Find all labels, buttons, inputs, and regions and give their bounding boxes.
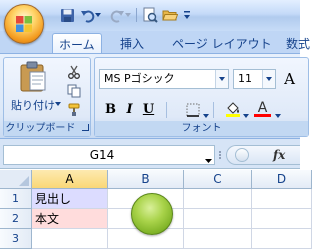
tab-page-layout[interactable]: ページ レイアウト <box>166 33 278 53</box>
cell-a2[interactable]: 本文 <box>32 209 108 229</box>
format-painter-icon <box>68 103 80 116</box>
font-size-combo[interactable]: 11 <box>233 69 276 89</box>
cell-d3[interactable] <box>252 229 312 249</box>
row-header-3[interactable]: 3 <box>0 229 32 249</box>
grow-font-button[interactable]: A <box>280 69 299 88</box>
font-color-dropdown-icon[interactable] <box>275 108 281 121</box>
cell-c1[interactable] <box>184 189 252 209</box>
tab-formulas[interactable]: 数式 <box>280 33 316 53</box>
font-color-button[interactable]: A <box>253 98 272 117</box>
underline-button[interactable]: U <box>139 100 158 119</box>
font-size-dropdown-icon[interactable] <box>262 70 275 88</box>
italic-button[interactable]: I <box>120 100 139 119</box>
qat-separator <box>136 8 137 22</box>
column-header-a[interactable]: A <box>32 170 108 189</box>
customize-qat-icon[interactable] <box>181 6 193 24</box>
paste-button[interactable]: 貼り付け <box>7 61 61 117</box>
office-button[interactable] <box>4 4 44 44</box>
font-group-label: フォント <box>95 121 308 136</box>
cell-c3[interactable] <box>184 229 252 249</box>
cell-a3[interactable] <box>32 229 108 249</box>
office-logo-icon <box>16 16 32 32</box>
grow-font-icon: A <box>284 69 295 88</box>
title-bar <box>0 0 300 31</box>
select-all-corner[interactable] <box>0 170 32 189</box>
font-name-combo[interactable]: MS Pゴシック <box>99 69 229 89</box>
fill-color-button[interactable] <box>223 99 242 118</box>
name-box[interactable]: G14 <box>3 145 215 165</box>
undo-dropdown-icon[interactable] <box>94 6 102 24</box>
fill-color-dropdown-icon[interactable] <box>243 108 249 121</box>
row-header-2[interactable]: 2 <box>0 209 32 229</box>
tab-insert[interactable]: 挿入 <box>114 33 150 53</box>
print-preview-icon[interactable] <box>141 6 159 24</box>
redo-dropdown-icon[interactable] <box>124 6 132 24</box>
paste-dropdown-icon <box>55 102 61 106</box>
clipboard-group: 貼り付け クリップボード <box>3 57 91 137</box>
green-oval-shape[interactable] <box>131 193 173 235</box>
ribbon-tab-bar: ホーム 挿入 ページ レイアウト 数式 <box>0 31 310 54</box>
copy-button[interactable] <box>64 81 84 101</box>
formula-bar-resize-icon[interactable] <box>217 150 223 160</box>
font-name-dropdown-icon[interactable] <box>215 70 228 88</box>
bold-button[interactable]: B <box>101 100 120 119</box>
tab-home[interactable]: ホーム <box>52 33 102 54</box>
cut-button[interactable] <box>64 62 84 82</box>
ribbon-separator <box>213 102 214 118</box>
dialog-launcher-icon[interactable] <box>81 124 89 131</box>
row-header-1[interactable]: 1 <box>0 189 32 209</box>
fill-color-icon <box>225 101 240 117</box>
formula-bar: G14 fx <box>0 139 300 169</box>
ribbon-panel: 貼り付け クリップボード MS Pゴシック 11 A B I U A フォント <box>0 53 309 139</box>
borders-dropdown-icon[interactable] <box>203 108 209 121</box>
column-header-c[interactable]: C <box>184 170 252 189</box>
paste-icon <box>20 61 46 92</box>
format-painter-button[interactable] <box>64 100 84 120</box>
clipboard-group-label: クリップボード <box>4 121 90 136</box>
cell-c2[interactable] <box>184 209 252 229</box>
font-group: MS Pゴシック 11 A B I U A フォント <box>94 57 309 137</box>
borders-button[interactable] <box>183 100 202 119</box>
copy-icon <box>67 84 81 98</box>
ribbon-separator <box>166 102 167 118</box>
save-icon[interactable] <box>58 6 76 24</box>
scissors-icon <box>68 65 80 79</box>
font-color-swatch <box>254 114 271 117</box>
insert-function-button[interactable]: fx <box>273 146 285 164</box>
formula-bar-toggle-icon[interactable] <box>235 148 249 162</box>
column-header-b[interactable]: B <box>108 170 184 189</box>
paste-label: 貼り付け <box>11 99 55 112</box>
borders-icon <box>186 103 199 117</box>
cell-d1[interactable] <box>252 189 312 209</box>
name-box-dropdown-icon[interactable] <box>205 153 212 166</box>
cell-a1[interactable]: 見出し <box>32 189 108 209</box>
cell-d2[interactable] <box>252 209 312 229</box>
formula-bar-buttons: fx <box>226 145 300 165</box>
open-folder-icon[interactable] <box>161 6 179 24</box>
column-header-d[interactable]: D <box>252 170 312 189</box>
